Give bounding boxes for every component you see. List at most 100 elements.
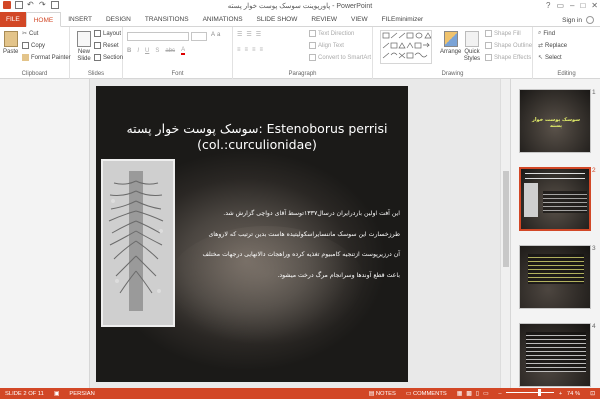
drawing-group-label: Drawing <box>441 71 464 77</box>
slide-thumbnail-3[interactable] <box>519 245 591 309</box>
section-button[interactable]: Section <box>94 54 123 61</box>
convert-smartart-label: Convert to SmartArt <box>318 54 372 61</box>
slide-sorter-icon[interactable]: ▩ <box>466 391 471 397</box>
ribbon-display-icon[interactable]: ▭ <box>556 1 564 10</box>
help-icon[interactable]: ? <box>546 1 550 10</box>
language-indicator[interactable]: PERSIAN <box>64 391 99 397</box>
slide-thumbnail-4[interactable] <box>519 323 591 387</box>
maximize-icon[interactable]: □ <box>580 1 585 10</box>
grow-font-icon[interactable]: A <box>211 32 215 38</box>
find-button[interactable]: ⌕ Find <box>538 30 555 37</box>
view-buttons: ▦ ▩ ▯ ▭ <box>452 391 494 397</box>
thumbnail-3-body <box>528 254 584 284</box>
paste-button[interactable]: Paste <box>3 31 18 55</box>
tab-file[interactable]: FILE <box>0 11 26 27</box>
shape-fill-label: Shape Fill <box>494 30 521 37</box>
reset-icon <box>94 42 101 49</box>
quick-styles-button[interactable]: Quick Styles <box>461 31 483 63</box>
tab-animations[interactable]: ANIMATIONS <box>196 12 250 27</box>
underline-icon[interactable]: U <box>145 48 149 54</box>
clipboard-group: Paste ✂ Cut Copy Format Painter Clipboar… <box>0 27 71 79</box>
signin-link[interactable]: Sign in <box>562 17 582 24</box>
font-size-box[interactable] <box>191 32 207 41</box>
font-format-buttons: B I U S abc A <box>127 47 186 55</box>
reset-button[interactable]: Reset <box>94 42 119 49</box>
cut-button[interactable]: ✂ Cut <box>22 30 38 38</box>
gallery-pattern-image[interactable] <box>101 159 175 327</box>
bullets-icon[interactable]: ☰ <box>237 31 242 38</box>
tab-review[interactable]: REVIEW <box>304 12 344 27</box>
close-icon[interactable]: ✕ <box>591 1 598 10</box>
slideshow-view-icon[interactable]: ▭ <box>483 391 488 397</box>
shape-fill-button[interactable]: Shape Fill <box>485 30 521 37</box>
zoom-control: – + 74 % <box>493 389 585 397</box>
select-button[interactable]: ↖ Select <box>538 54 562 62</box>
replace-button[interactable]: ⇄ Replace <box>538 42 567 50</box>
slide-thumbnail-1[interactable]: سوسک پوست خوار پسته <box>519 89 591 153</box>
slide-title[interactable]: سوسک پوست خوار پسته: Estenoborus perrisi… <box>126 121 388 153</box>
strikethrough-icon[interactable]: abc <box>165 48 175 54</box>
italic-icon[interactable]: I <box>137 48 139 54</box>
shrink-font-icon[interactable]: a <box>217 32 220 38</box>
normal-view-icon[interactable]: ▦ <box>457 391 462 397</box>
align-left-icon[interactable]: ≡ <box>237 47 241 53</box>
reading-view-icon[interactable]: ▯ <box>476 391 479 397</box>
scissors-icon: ✂ <box>22 31 28 37</box>
format-painter-button[interactable]: Format Painter <box>22 54 71 61</box>
numbering-icon[interactable]: ☰ <box>246 31 251 38</box>
slide-thumbnails-pane: سوسک پوست خوار پسته 1 2 3 4 <box>510 79 600 388</box>
layout-icon <box>94 30 101 37</box>
zoom-slider[interactable] <box>506 389 555 397</box>
text-direction-icon <box>309 30 316 37</box>
zoom-level[interactable]: 74 % <box>567 391 580 397</box>
shape-effects-icon <box>485 54 492 61</box>
tab-slide-show[interactable]: SLIDE SHOW <box>250 12 305 27</box>
zoom-out-icon[interactable]: – <box>498 391 501 397</box>
zoom-in-icon[interactable]: + <box>559 391 562 397</box>
align-text-icon <box>309 42 316 49</box>
comments-label: COMMENTS <box>412 390 447 397</box>
bold-icon[interactable]: B <box>127 48 131 54</box>
minimize-icon[interactable]: – <box>570 1 574 10</box>
align-text-button[interactable]: Align Text <box>309 42 344 49</box>
slide-thumbnail-2[interactable] <box>519 167 591 231</box>
arrange-button[interactable]: Arrange <box>440 31 461 55</box>
slide-title-line1: سوسک پوست خوار پسته: Estenoborus perrisi <box>126 121 388 136</box>
text-direction-button[interactable]: Text Direction <box>309 30 354 37</box>
shape-effects-button[interactable]: Shape Effects <box>485 54 531 61</box>
font-color-icon[interactable]: A <box>181 47 186 55</box>
shapes-gallery[interactable] <box>380 30 432 64</box>
list-buttons: ☰ ☰ ☰ <box>237 31 261 38</box>
comments-button[interactable]: ▭ COMMENTS <box>401 391 452 397</box>
tab-design[interactable]: DESIGN <box>99 12 138 27</box>
tab-fileminimizer[interactable]: FILEminimizer <box>375 12 431 27</box>
current-slide[interactable]: سوسک پوست خوار پسته: Estenoborus perrisi… <box>96 86 408 382</box>
spell-check-icon[interactable]: ▣ <box>49 391 64 397</box>
layout-button[interactable]: Layout <box>94 30 121 37</box>
tab-transitions[interactable]: TRANSITIONS <box>138 12 196 27</box>
quick-styles-icon <box>465 31 479 47</box>
slide-number-2: 2 <box>592 167 596 174</box>
convert-smartart-button[interactable]: Convert to SmartArt <box>309 54 371 61</box>
slide-body-text[interactable]: این آفت اولین باردرایران درسال۱۳۳۷توسط آ… <box>180 204 400 286</box>
vertical-scrollbar[interactable] <box>500 79 510 388</box>
fit-slide-icon[interactable]: ⊡ <box>585 391 600 397</box>
zoom-slider-knob[interactable] <box>538 389 542 397</box>
copy-button[interactable]: Copy <box>22 42 45 49</box>
drawing-group: Arrange Quick Styles Shape Fill Shape Ou… <box>373 27 533 79</box>
scrollbar-thumb[interactable] <box>503 171 509 267</box>
notes-button[interactable]: ▤ NOTES <box>364 391 401 397</box>
align-right-icon[interactable]: ≡ <box>252 47 256 53</box>
align-center-icon[interactable]: ≡ <box>245 47 249 53</box>
indent-icon[interactable]: ☰ <box>256 31 261 38</box>
tab-view[interactable]: VIEW <box>344 12 375 27</box>
font-name-box[interactable] <box>127 32 189 41</box>
arrange-label: Arrange <box>440 49 462 55</box>
shadow-icon[interactable]: S <box>155 48 159 54</box>
slides-group-label: Slides <box>87 71 105 77</box>
tab-insert[interactable]: INSERT <box>61 12 99 27</box>
new-slide-button[interactable]: New Slide <box>73 31 95 63</box>
justify-icon[interactable]: ≡ <box>260 47 264 53</box>
tab-home[interactable]: HOME <box>25 11 62 27</box>
shape-outline-button[interactable]: Shape Outline <box>485 42 532 49</box>
